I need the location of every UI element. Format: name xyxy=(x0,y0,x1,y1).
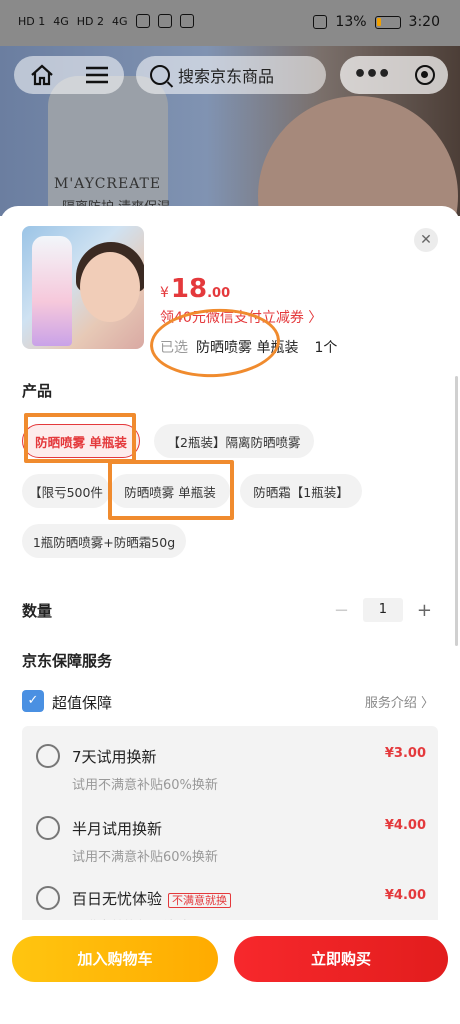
quantity-plus-button[interactable]: + xyxy=(417,600,432,621)
thumbnail-bottle xyxy=(32,236,72,346)
wifi-icon xyxy=(135,14,150,28)
service-name-row: 百日无忧体验 不满意就换 xyxy=(72,888,232,909)
status-right: 13% 3:20 xyxy=(313,14,440,30)
app-icon xyxy=(179,14,194,28)
options-title: 产品 xyxy=(22,382,53,400)
action-footer: 加入购物车 立即购买 xyxy=(0,920,460,1024)
mini-program-capsule: ••• xyxy=(340,56,448,94)
more-icon[interactable]: ••• xyxy=(353,64,391,86)
sim1-label: HD 1 xyxy=(18,14,46,28)
service-name: 半月试用换新 xyxy=(72,820,163,838)
sim2-label: HD 2 xyxy=(76,14,105,28)
radio-button[interactable] xyxy=(36,816,60,840)
radio-button[interactable] xyxy=(36,744,60,768)
services-title: 京东保障服务 xyxy=(22,652,113,670)
battery-percent: 13% xyxy=(335,14,367,30)
price-integer: 18 xyxy=(170,274,208,304)
product-thumbnail[interactable] xyxy=(22,226,144,349)
thumbnail-face xyxy=(80,252,140,322)
service-item[interactable]: 半月试用换新 试用不满意补贴60%换新 ¥4.00 xyxy=(36,816,426,866)
banner-brand: M'AYCREATE xyxy=(54,176,162,192)
network1-label: 4G xyxy=(53,14,69,28)
search-placeholder: 搜索京东商品 xyxy=(178,67,275,86)
selected-quantity: 1个 xyxy=(314,340,338,356)
status-bar: HD 1 4G HD 2 4G 13% 3:20 xyxy=(0,0,460,46)
service-name: 百日无忧体验 xyxy=(72,890,163,908)
option-chip[interactable]: 【限亏500件 xyxy=(22,474,110,508)
service-description: 试用不满意补贴60%换新 xyxy=(72,850,218,865)
service-item[interactable]: 7天试用换新 试用不满意补贴60%换新 ¥3.00 xyxy=(36,744,426,794)
annotation-box xyxy=(24,413,136,463)
radio-button[interactable] xyxy=(36,886,60,910)
service-price: ¥4.00 xyxy=(384,888,426,903)
price-decimal: .00 xyxy=(207,286,231,301)
annotation-box xyxy=(108,460,234,520)
notification-icon xyxy=(157,14,172,28)
menu-icon[interactable] xyxy=(85,65,109,85)
service-price: ¥3.00 xyxy=(384,746,426,761)
service-name: 7天试用换新 xyxy=(72,748,157,766)
search-icon xyxy=(150,65,170,85)
quantity-minus-button[interactable]: − xyxy=(334,600,349,621)
service-group-label: 超值保障 xyxy=(52,694,113,712)
nav-home-group xyxy=(14,56,124,94)
option-chip[interactable]: 1瓶防晒喷雾+防晒霜50g xyxy=(22,524,186,558)
network2-label: 4G xyxy=(112,14,128,28)
top-nav: 搜索京东商品 ••• xyxy=(0,56,460,96)
service-price: ¥4.00 xyxy=(384,818,426,833)
sku-selection-sheet: ✕ ¥ 18 .00 领40元微信支付立减券 〉 已选 防晒喷雾 单瓶装 1个 … xyxy=(0,206,460,1024)
quantity-stepper: − 1 + xyxy=(334,598,432,622)
search-bar[interactable]: 搜索京东商品 xyxy=(136,56,326,94)
home-icon[interactable] xyxy=(30,64,54,86)
close-mini-program-icon[interactable] xyxy=(415,65,436,85)
vibrate-icon xyxy=(313,15,328,29)
option-chip[interactable]: 防晒霜【1瓶装】 xyxy=(240,474,362,508)
quantity-title: 数量 xyxy=(22,602,53,620)
scrollbar[interactable] xyxy=(455,376,458,646)
add-to-cart-button[interactable]: 加入购物车 xyxy=(12,936,218,982)
service-description: 试用不满意补贴60%换新 xyxy=(72,778,218,793)
service-tag: 不满意就换 xyxy=(168,893,232,908)
option-chip[interactable]: 【2瓶装】隔离防晒喷雾 xyxy=(154,424,314,458)
price-currency: ¥ xyxy=(160,285,169,301)
status-left: HD 1 4G HD 2 4G xyxy=(18,14,194,28)
shield-icon: ✓ xyxy=(22,690,44,712)
clock: 3:20 xyxy=(408,14,440,30)
close-icon[interactable]: ✕ xyxy=(414,228,438,252)
product-price: ¥ 18 .00 xyxy=(160,274,230,304)
buy-now-button[interactable]: 立即购买 xyxy=(234,936,448,982)
quantity-input[interactable]: 1 xyxy=(362,598,403,622)
service-intro-link[interactable]: 服务介绍 〉 xyxy=(365,692,434,711)
battery-icon xyxy=(374,15,401,29)
